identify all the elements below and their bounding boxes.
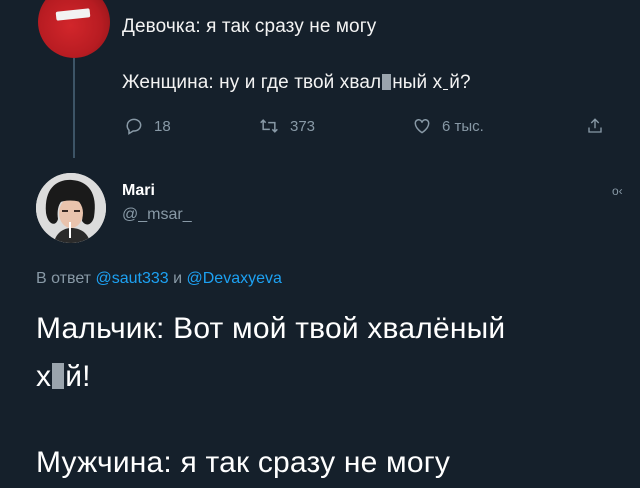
reply-button[interactable]: 18 — [124, 116, 171, 136]
reply-icon — [126, 118, 142, 135]
thread-connector-line — [73, 58, 75, 158]
reply-text-line3: Мужчина: я так сразу не могу — [36, 446, 451, 479]
parent-tweet-line2: Женщина: ну и где твой хвал ный х й? — [122, 72, 471, 94]
share-icon — [588, 118, 602, 133]
like-count: 6 тыс. — [442, 117, 484, 135]
parent-tweet-line1: Девочка: я так сразу не могу — [122, 16, 377, 37]
more-icon[interactable]: o‹ — [612, 184, 623, 198]
reply-author-avatar[interactable] — [36, 173, 106, 243]
avatar-logo — [55, 8, 91, 21]
mention-link[interactable]: @saut333 — [95, 270, 168, 287]
avatar-photo — [36, 173, 106, 243]
reply-count: 18 — [154, 117, 171, 135]
parent-tweet-line2-part2: ный х — [392, 72, 443, 93]
reply-context: В ответ @saut333 и @Devaxyeva — [36, 270, 282, 288]
reply-author-name[interactable]: Mari — [122, 182, 155, 200]
retweet-button[interactable]: 373 — [258, 116, 315, 136]
parent-author-avatar[interactable] — [38, 0, 110, 58]
share-button[interactable] — [586, 116, 604, 136]
like-button[interactable]: 6 тыс. — [412, 116, 484, 136]
reply-text-line2-part2: й! — [65, 360, 91, 393]
parent-tweet-line2-part3: й? — [449, 72, 471, 93]
censor-block — [382, 74, 392, 90]
tweet-action-bar: 18 373 6 тыс. — [0, 116, 640, 138]
censor-underscore — [443, 73, 449, 90]
like-icon — [414, 118, 430, 134]
reply-conjunction: и — [173, 270, 183, 287]
reply-author-handle[interactable]: @_msar_ — [122, 206, 192, 224]
retweet-icon — [260, 119, 278, 133]
reply-text-line2: х й! — [36, 360, 91, 394]
parent-tweet-line2-part1: Женщина: ну и где твой хвал — [122, 72, 382, 93]
reply-text-line1: Мальчик: Вот мой твой хвалёный — [36, 312, 506, 345]
censor-block — [52, 363, 65, 389]
mention-link[interactable]: @Devaxyeva — [187, 270, 282, 287]
reply-text-line2-part1: х — [36, 360, 52, 393]
retweet-count: 373 — [290, 117, 316, 135]
reply-prefix: В ответ — [36, 270, 92, 287]
